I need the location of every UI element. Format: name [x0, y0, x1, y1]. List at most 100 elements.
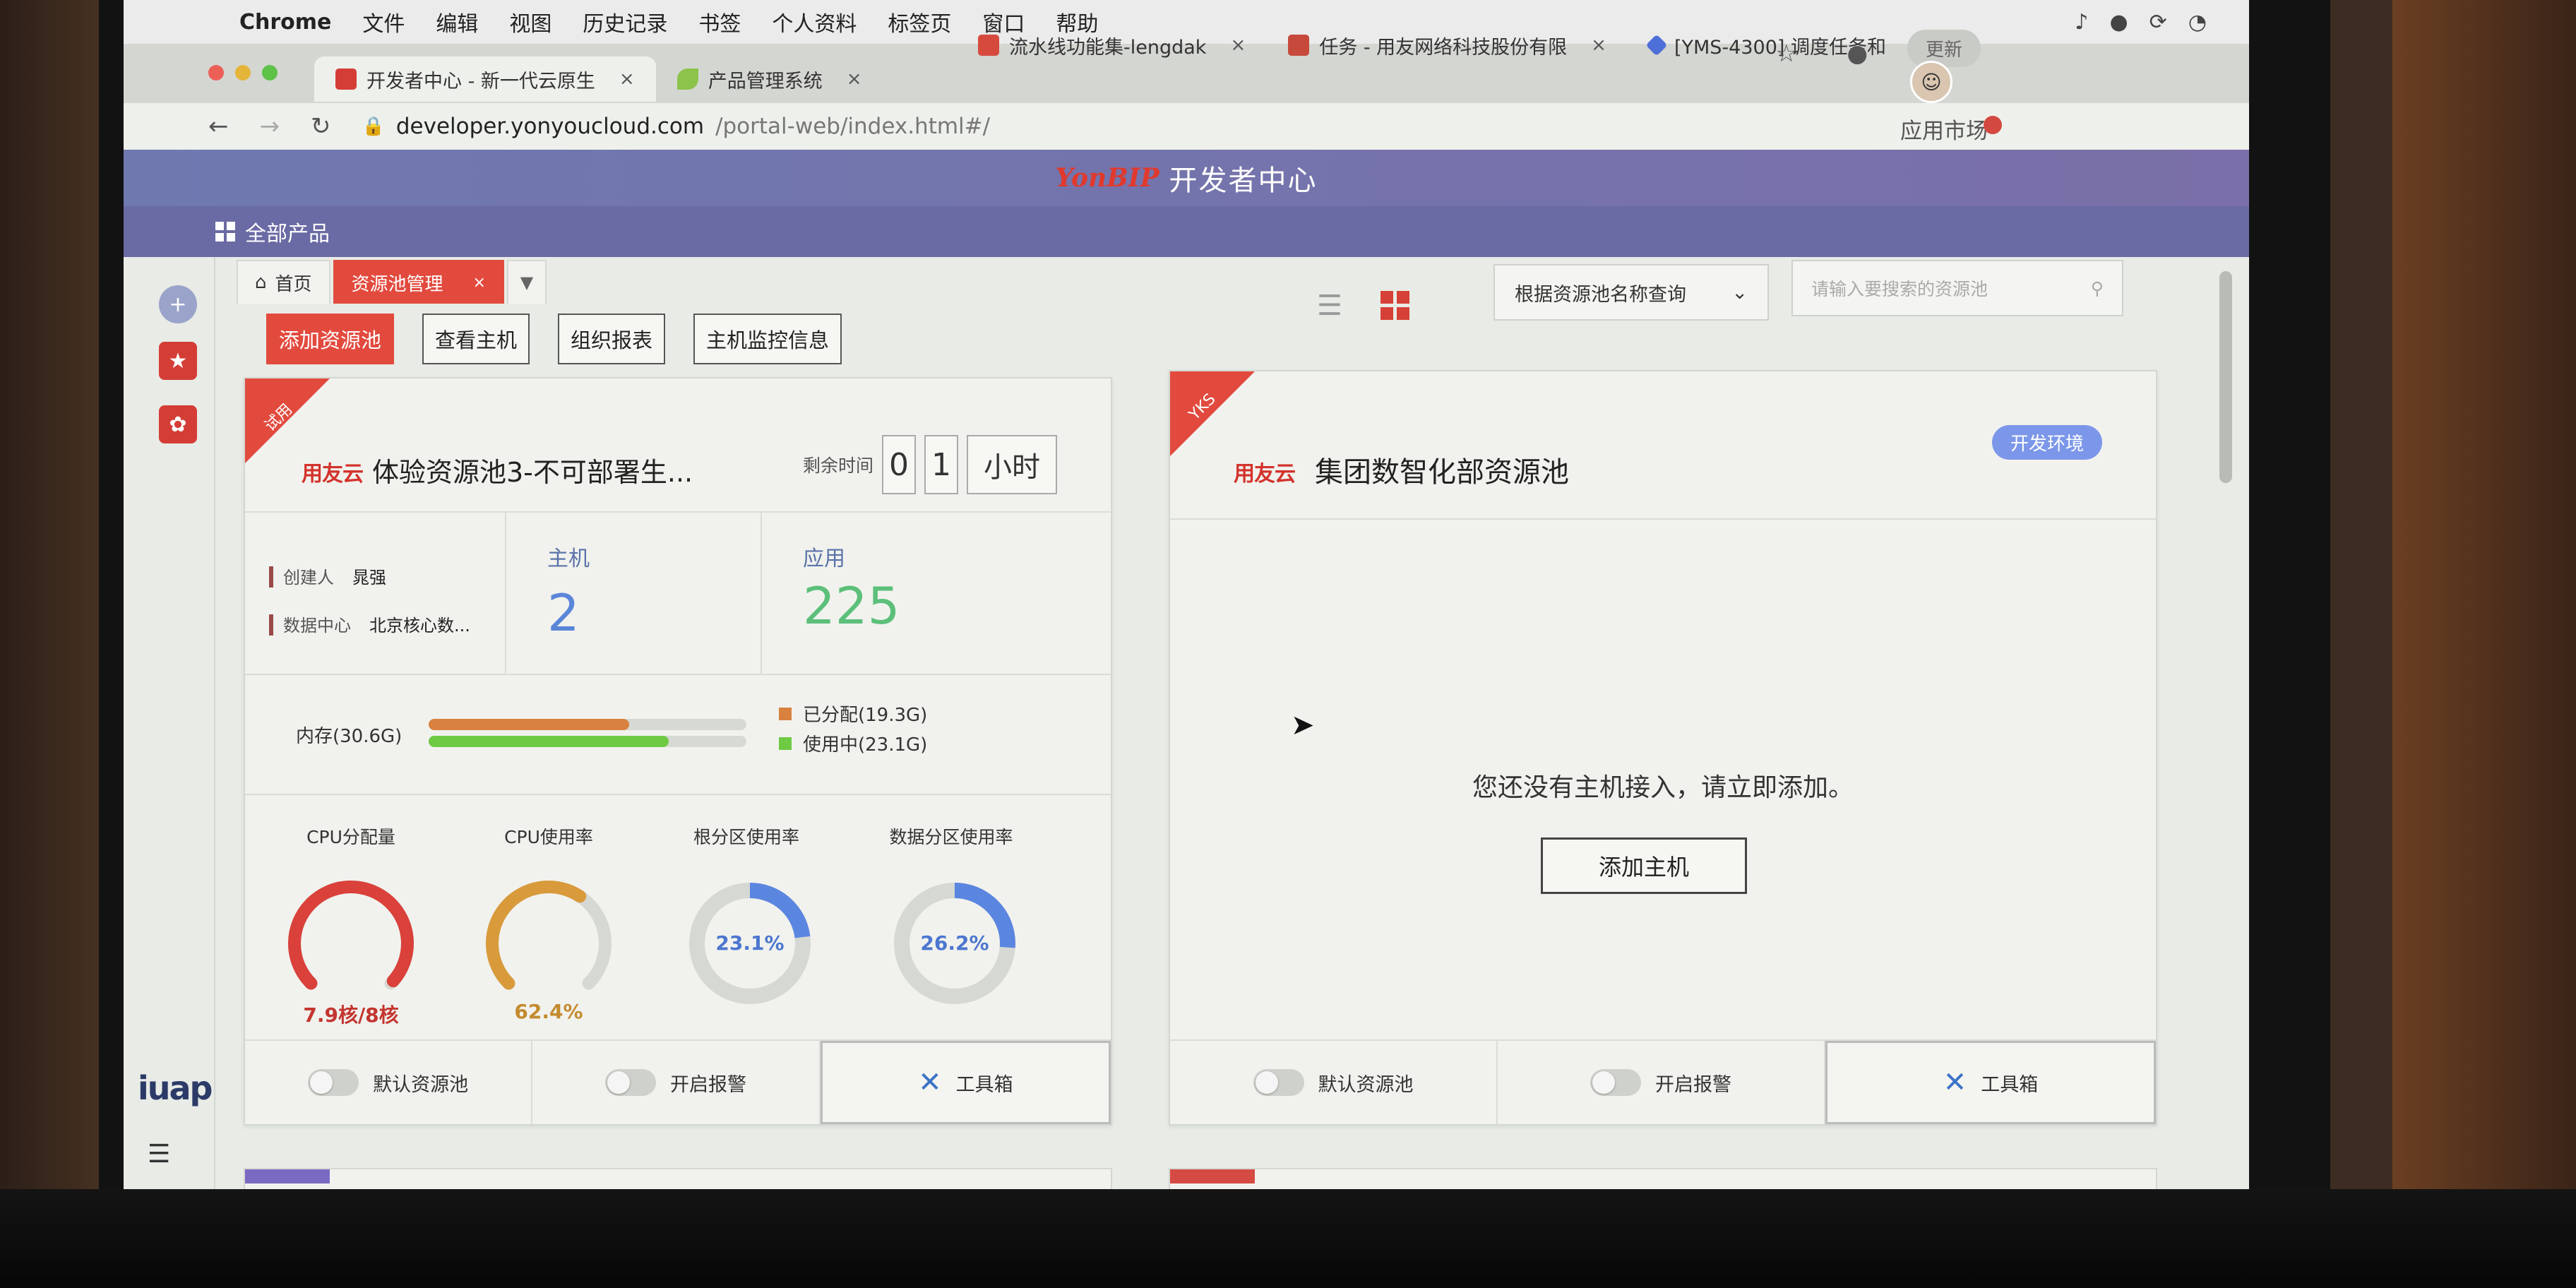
default-pool-toggle[interactable]: 默认资源池 [1170, 1041, 1498, 1124]
app-market-link[interactable]: 应用市场 [1900, 113, 1988, 145]
org-report-button[interactable]: 组织报表 [558, 314, 666, 364]
back-icon[interactable]: ← [208, 112, 229, 141]
menu-toggle-icon[interactable]: ☰ [148, 1140, 170, 1169]
hosts-stat[interactable]: 主机 2 [508, 513, 762, 675]
page-tab-resource-pools[interactable]: 资源池管理 × [333, 260, 504, 304]
view-hosts-button[interactable]: 查看主机 [422, 314, 530, 364]
pool-search-input[interactable]: 请输入要搜索的资源池 ⚲ [1791, 260, 2123, 316]
pool-card[interactable]: YKS 用友云 集团数智化部资源池 开发环境 您还没有主机接入，请立即添加。 添… [1169, 370, 2157, 1126]
menu-profile[interactable]: 个人资料 [772, 6, 857, 37]
user-avatar[interactable]: ☺ [1910, 61, 1952, 103]
close-page-tab-icon[interactable]: × [473, 274, 486, 292]
pool-name[interactable]: 集团数智化部资源池 [1315, 449, 1569, 490]
alarm-toggle[interactable]: 开启报警 [1498, 1041, 1825, 1124]
maximize-window-icon[interactable] [262, 65, 278, 80]
gauge-title: 数据分区使用率 [889, 827, 1013, 847]
toolbox-button[interactable]: ✕ 工具箱 [1825, 1041, 2156, 1124]
close-tab-icon[interactable]: × [619, 68, 635, 90]
empty-hosts-message: 您还没有主机接入，请立即添加。 [1472, 773, 1854, 802]
window-controls [208, 65, 278, 80]
update-button[interactable]: 更新 [1907, 30, 1981, 67]
tab-developer-center[interactable]: 开发者中心 - 新一代云原生 × [314, 56, 656, 102]
search-mode-label: 根据资源池名称查询 [1515, 283, 1686, 306]
list-view-icon[interactable]: ☰ [1317, 290, 1342, 322]
menu-bookmarks[interactable]: 书签 [698, 6, 741, 37]
menu-tabs[interactable]: 标签页 [888, 6, 951, 37]
close-window-icon[interactable] [208, 65, 224, 80]
toggle-switch[interactable] [1253, 1069, 1304, 1096]
remaining-digit: 0 [882, 435, 917, 494]
address-bar: ← → ↻ 🔒 developer.yonyoucloud.com/portal… [124, 103, 2249, 150]
alarm-label: 开启报警 [1655, 1073, 1731, 1096]
page-tab-home[interactable]: ⌂ 首页 [237, 260, 330, 304]
wechat-tray-icon[interactable]: ● [2109, 10, 2128, 35]
background-left [0, 0, 113, 1288]
pipeline-favicon-icon [978, 35, 999, 56]
search-placeholder: 请输入要搜索的资源池 [1811, 279, 1988, 299]
bookmark-star-icon[interactable]: ☆ [1776, 40, 1797, 68]
tabs-row-top: 流水线功能集-lengdak × 任务 - 用友网络科技股份有限 × [YMS-… [957, 23, 1947, 68]
action-toolbar: 添加资源池 查看主机 组织报表 主机监控信息 [266, 314, 842, 364]
menu-file[interactable]: 文件 [362, 6, 405, 37]
pool-name[interactable]: 体验资源池3-不可部署生... [372, 451, 693, 489]
hosts-count: 2 [547, 583, 580, 643]
toolbox-button[interactable]: ✕ 工具箱 [820, 1041, 1111, 1124]
pool-card[interactable]: 试用 用友云 体验资源池3-不可部署生... 剩余时间 0 1 小时 创建人 晁… [244, 377, 1112, 1126]
menu-app-name[interactable]: Chrome [239, 10, 331, 35]
close-tab-icon[interactable]: × [1230, 35, 1246, 56]
datacenter-label: 数据中心 [283, 616, 351, 636]
allocated-label: 已分配(19.3G) [803, 705, 928, 726]
grid-view-icon[interactable] [1381, 291, 1409, 320]
wifi-icon[interactable]: ◔ [2188, 10, 2207, 35]
favorites-icon[interactable]: ★ [159, 342, 197, 380]
apps-label: 应用 [803, 547, 845, 571]
all-products-link[interactable]: 全部产品 [245, 216, 330, 247]
notification-dot [1984, 116, 2002, 134]
add-host-button[interactable]: 添加主机 [1541, 837, 1747, 894]
add-pool-button[interactable]: 添加资源池 [266, 314, 395, 364]
tab-title: 产品管理系统 [708, 70, 823, 93]
host-monitor-button[interactable]: 主机监控信息 [693, 314, 842, 364]
url-path: /portal-web/index.html#/ [715, 114, 991, 139]
url-field[interactable]: 🔒 developer.yonyoucloud.com/portal-web/i… [362, 114, 991, 139]
home-icon: ⌂ [255, 272, 267, 293]
toggle-switch[interactable] [1590, 1069, 1641, 1096]
search-mode-select[interactable]: 根据资源池名称查询 ⌄ [1493, 264, 1769, 321]
add-icon[interactable]: + [159, 285, 197, 323]
tab-title: 流水线功能集-lengdak [1009, 36, 1207, 59]
sync-icon[interactable]: ⟳ [2149, 10, 2167, 35]
apps-stat[interactable]: 应用 225 [763, 513, 1109, 675]
menu-view[interactable]: 视图 [509, 6, 551, 37]
profile-icon[interactable]: ● [1847, 40, 1868, 68]
close-tab-icon[interactable]: × [1591, 35, 1606, 56]
forward-icon[interactable]: → [260, 112, 280, 141]
close-tab-icon[interactable]: × [847, 68, 862, 90]
tab-dropdown-icon[interactable]: ▼ [506, 260, 547, 304]
page-scrollbar[interactable] [2219, 271, 2232, 483]
tab-title: 开发者中心 - 新一代云原生 [366, 70, 595, 93]
remaining-time: 剩余时间 0 1 小时 [803, 435, 1058, 494]
tab-product-management[interactable]: 产品管理系统 × [656, 56, 883, 102]
apps-grid-icon[interactable] [215, 222, 235, 242]
reload-icon[interactable]: ↻ [311, 112, 331, 141]
gauge-value: 62.4% [514, 1000, 583, 1023]
default-pool-toggle[interactable]: 默认资源池 [245, 1041, 533, 1124]
settings-icon[interactable]: ✿ [159, 405, 197, 443]
alarm-toggle[interactable]: 开启报警 [532, 1041, 821, 1124]
wrench-icon: ✕ [1943, 1066, 1967, 1099]
ribbon-text: 试用 [261, 400, 297, 436]
tab-task[interactable]: 任务 - 用友网络科技股份有限 × [1267, 23, 1628, 68]
minimize-window-icon[interactable] [235, 65, 251, 80]
bell-icon[interactable]: ♪ [2075, 10, 2088, 35]
cpu-usage-gauge [486, 881, 612, 990]
menu-history[interactable]: 历史记录 [583, 6, 667, 37]
menu-edit[interactable]: 编辑 [436, 6, 478, 37]
search-icon[interactable]: ⚲ [2091, 278, 2104, 299]
toggle-switch[interactable] [604, 1069, 656, 1096]
tab-pipeline[interactable]: 流水线功能集-lengdak × [957, 23, 1267, 68]
gauges-row: CPU分配量 CPU使用率 根分区使用率 数据分区使用率 7.9核/8核 62.… [245, 795, 1111, 1049]
toggle-switch[interactable] [308, 1069, 359, 1096]
ribbon-text: YKS [1186, 390, 1220, 424]
mouse-cursor-icon: ➤ [1291, 709, 1315, 741]
left-sidebar: + ★ ✿ iuap ☰ [124, 257, 215, 1193]
